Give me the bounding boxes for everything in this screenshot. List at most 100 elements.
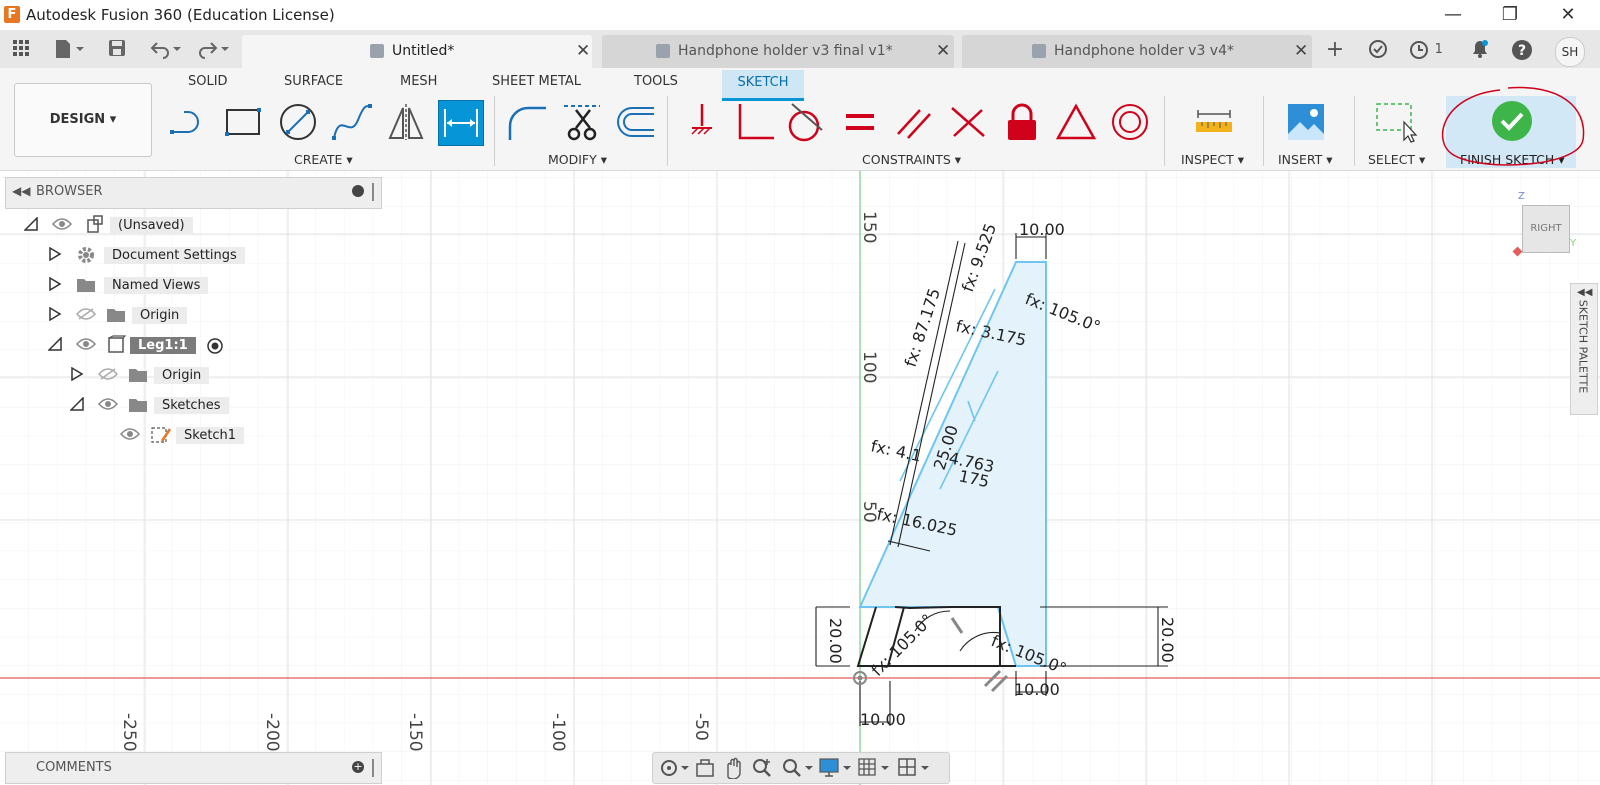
new-tab-plus-icon[interactable]: + [1322,39,1348,61]
extensions-icon[interactable] [1366,39,1390,61]
workspace-switcher-button[interactable]: DESIGN ▾ [14,83,152,157]
tab-tools[interactable]: TOOLS [634,74,678,89]
eye-hidden-icon[interactable] [98,368,118,380]
tab-solid[interactable]: SOLID [188,74,228,89]
eye-hidden-icon[interactable] [76,308,96,320]
insert-image-icon[interactable] [1284,100,1328,144]
collapsed-triangle-icon[interactable] [48,307,62,321]
trim-tool-icon[interactable] [560,100,604,144]
measure-tool-icon[interactable] [1192,100,1236,144]
help-icon[interactable]: ? [1510,39,1534,61]
add-comment-icon[interactable]: + [352,761,364,773]
fix-constraint-icon[interactable] [680,100,724,144]
close-window-button[interactable]: ✕ [1553,4,1583,26]
tree-row-leg1[interactable]: Leg1:1 [0,332,380,360]
viewcube[interactable]: RIGHT [1522,205,1570,253]
restore-button[interactable]: ❐ [1495,4,1525,26]
dimension-tool-icon[interactable] [438,100,484,146]
constraints-menu[interactable]: CONSTRAINTS ▾ [862,152,961,167]
perpendicular-constraint-icon[interactable] [734,100,778,144]
data-panel-grid-icon[interactable] [10,39,32,61]
equal-constraint-icon[interactable] [838,100,882,144]
sketch-palette-tab[interactable]: ◀◀ SKETCH PALETTE [1570,283,1598,415]
tree-row-unsaved[interactable]: (Unsaved) [0,212,380,240]
tab-mesh[interactable]: MESH [400,74,437,89]
tree-row-document-settings[interactable]: Document Settings [0,242,380,270]
document-tab-bar: Untitled* ✕ Handphone holder v3 final v1… [0,30,1600,68]
job-status-icon[interactable]: 1 [1406,39,1446,61]
viewports-icon[interactable] [897,757,931,779]
expanded-triangle-icon[interactable] [24,217,38,231]
insert-menu[interactable]: INSERT ▾ [1278,152,1333,167]
eye-icon[interactable] [76,338,96,350]
line-tool-icon[interactable] [168,100,212,144]
collapse-browser-icon[interactable]: ◀◀ [12,184,30,198]
select-menu[interactable]: SELECT ▾ [1368,152,1425,167]
orbit-icon[interactable] [659,758,691,778]
expanded-triangle-icon[interactable] [48,337,62,351]
tangent-constraint-icon[interactable] [784,100,828,144]
notifications-bell-icon[interactable] [1468,39,1492,61]
close-tab-icon[interactable]: ✕ [576,41,590,61]
collapsed-triangle-icon[interactable] [70,367,84,381]
tab-handphone-holder-v4[interactable]: Handphone holder v3 v4* ✕ [962,35,1312,68]
modify-menu[interactable]: MODIFY ▾ [548,152,607,167]
redo-icon[interactable] [196,39,232,61]
axis-label-y: 150 [859,211,879,243]
coincident-constraint-icon[interactable] [946,100,990,144]
rectangle-tool-icon[interactable] [222,100,266,144]
mirror-tool-icon[interactable] [384,100,428,144]
tree-row-leg-origin[interactable]: Origin [0,362,380,390]
user-avatar[interactable]: SH [1555,37,1585,67]
display-settings-icon[interactable] [819,757,853,779]
ribbon-divider [667,96,668,166]
grid-settings-icon[interactable] [857,757,891,779]
undo-icon[interactable] [148,39,184,61]
comments-resize-handle[interactable] [372,759,374,777]
tree-row-sketch1[interactable]: Sketch1 [0,422,380,450]
workspace-label: DESIGN [49,112,106,127]
tab-label: Untitled* [392,43,455,59]
lock-constraint-icon[interactable] [1000,100,1044,144]
tree-row-sketches[interactable]: Sketches [0,392,380,420]
tab-untitled[interactable]: Untitled* ✕ [242,35,592,68]
eye-icon[interactable] [98,398,118,410]
triangle-constraint-icon[interactable] [1054,100,1098,144]
concentric-constraint-icon[interactable] [1108,100,1152,144]
circle-tool-icon[interactable] [276,100,320,144]
eye-icon[interactable] [120,428,140,440]
activate-component-radio-icon[interactable] [206,337,224,355]
tab-handphone-holder-final[interactable]: Handphone holder v3 final v1* ✕ [602,35,954,68]
tab-sketch[interactable]: SKETCH [722,70,804,101]
tab-sheet-metal[interactable]: SHEET METAL [492,74,581,89]
create-menu[interactable]: CREATE ▾ [294,152,353,167]
browser-panel-header: ◀◀ BROWSER [5,177,382,209]
pan-hand-icon[interactable] [723,757,743,779]
expanded-triangle-icon[interactable] [70,397,84,411]
browser-resize-handle[interactable] [372,183,374,201]
tab-surface[interactable]: SURFACE [284,74,343,89]
sketch-icon [151,427,172,443]
file-menu-icon[interactable] [52,39,88,61]
spline-tool-icon[interactable] [330,100,374,144]
zoom-icon[interactable] [751,757,773,779]
inspect-menu[interactable]: INSPECT ▾ [1181,152,1244,167]
collapsed-triangle-icon[interactable] [48,277,62,291]
tree-row-named-views[interactable]: Named Views [0,272,380,300]
save-icon[interactable] [106,39,128,61]
close-tab-icon[interactable]: ✕ [936,41,950,61]
look-at-icon[interactable] [695,758,715,778]
select-tool-icon[interactable] [1374,100,1418,144]
select-label: SELECT [1368,152,1416,167]
collapsed-triangle-icon[interactable] [48,247,62,261]
zoom-window-icon[interactable] [781,757,815,779]
browser-minimize-icon[interactable] [352,185,364,197]
tab-label: Handphone holder v3 v4* [1054,43,1234,59]
offset-tool-icon[interactable] [614,100,658,144]
fillet-tool-icon[interactable] [506,100,550,144]
parallel-constraint-icon[interactable] [892,100,936,144]
tree-row-origin[interactable]: Origin [0,302,380,330]
close-tab-icon[interactable]: ✕ [1294,41,1308,61]
minimize-button[interactable]: — [1438,4,1468,26]
eye-icon[interactable] [52,218,72,230]
